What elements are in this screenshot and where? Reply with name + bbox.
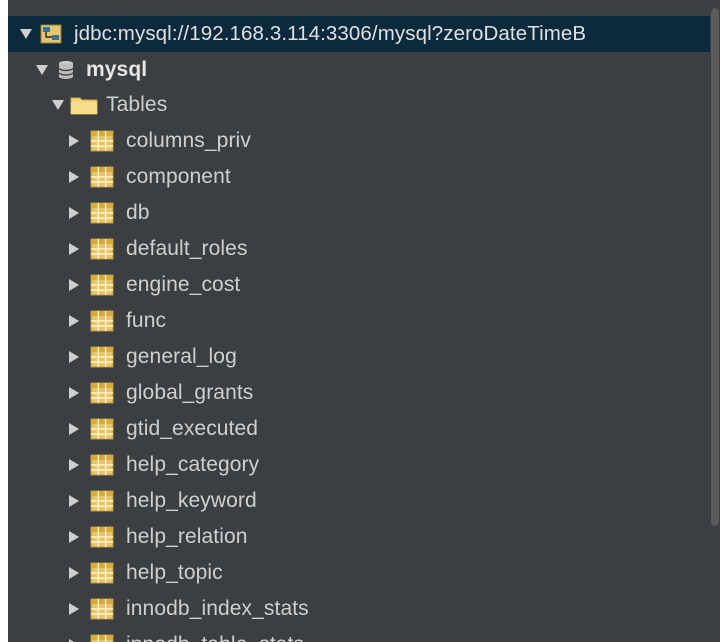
collapse-arrow-icon[interactable] [66,169,82,185]
collapse-arrow-icon[interactable] [66,241,82,257]
tree-node-connection[interactable]: jdbc:mysql://192.168.3.114:3306/mysql?ze… [8,16,710,52]
table-row[interactable]: help_keyword [8,483,710,519]
tree-node-schema-mysql[interactable]: mysql [8,52,710,88]
table-row[interactable]: columns_priv [8,123,710,159]
table-row[interactable]: general_log [8,339,710,375]
table-row[interactable]: help_topic [8,555,710,591]
schema-tree: jdbc:mysql://192.168.3.114:3306/mysql?ze… [8,0,710,642]
table-name: default_roles [126,237,248,260]
expand-arrow-icon[interactable] [18,26,34,42]
connection-label: jdbc:mysql://192.168.3.114:3306/mysql?ze… [74,22,587,45]
table-name: gtid_executed [126,417,259,440]
table-icon [90,382,114,404]
table-icon [90,418,114,440]
vertical-scrollbar[interactable] [710,0,720,642]
table-row[interactable]: help_category [8,447,710,483]
table-icon [90,346,114,368]
table-icon [90,526,114,548]
table-row[interactable]: help_relation [8,519,710,555]
collapse-arrow-icon[interactable] [66,349,82,365]
table-icon [90,202,114,224]
table-name: innodb_table_stats [126,633,304,642]
expand-arrow-icon[interactable] [50,97,66,113]
collapse-arrow-icon[interactable] [66,457,82,473]
table-icon [90,166,114,188]
table-name: db [126,201,150,224]
scrollbar-thumb[interactable] [711,8,719,526]
table-row[interactable]: func [8,303,710,339]
table-icon [90,598,114,620]
table-name: help_category [126,453,260,476]
collapse-arrow-icon[interactable] [66,277,82,293]
table-row[interactable]: gtid_executed [8,411,710,447]
table-name: general_log [126,345,237,368]
table-name: help_relation [126,525,248,548]
table-row[interactable]: innodb_table_stats [8,627,710,642]
table-name: innodb_index_stats [126,597,309,620]
table-icon [90,454,114,476]
database-connection-icon [40,24,62,44]
table-row[interactable]: innodb_index_stats [8,591,710,627]
table-icon [90,490,114,512]
table-name: func [126,309,167,332]
collapse-arrow-icon[interactable] [66,565,82,581]
tree-node-tables-folder[interactable]: Tables [8,87,710,123]
collapse-arrow-icon[interactable] [66,421,82,437]
table-icon [90,562,114,584]
table-icon [90,130,114,152]
table-row[interactable]: default_roles [8,231,710,267]
collapse-arrow-icon[interactable] [66,385,82,401]
table-icon [90,238,114,260]
table-name: engine_cost [126,273,241,296]
table-name: help_topic [126,561,223,584]
table-name: global_grants [126,381,254,404]
table-row[interactable]: component [8,159,710,195]
table-row[interactable]: engine_cost [8,267,710,303]
database-schema-icon [58,60,74,80]
collapse-arrow-icon[interactable] [66,637,82,642]
collapse-arrow-icon[interactable] [66,529,82,545]
table-name: help_keyword [126,489,257,512]
folder-icon [70,95,98,115]
collapse-arrow-icon[interactable] [66,205,82,221]
collapse-arrow-icon[interactable] [66,133,82,149]
collapse-arrow-icon[interactable] [66,493,82,509]
collapse-arrow-icon[interactable] [66,313,82,329]
expand-arrow-icon[interactable] [34,62,50,78]
table-row[interactable]: db [8,195,710,231]
collapse-arrow-icon[interactable] [66,601,82,617]
folder-label: Tables [106,93,168,116]
table-icon [90,274,114,296]
table-icon [90,310,114,332]
schema-label: mysql [86,58,148,81]
table-icon [90,634,114,642]
database-explorer-panel: jdbc:mysql://192.168.3.114:3306/mysql?ze… [8,0,720,642]
table-name: columns_priv [126,129,251,152]
table-row[interactable]: global_grants [8,375,710,411]
table-name: component [126,165,231,188]
